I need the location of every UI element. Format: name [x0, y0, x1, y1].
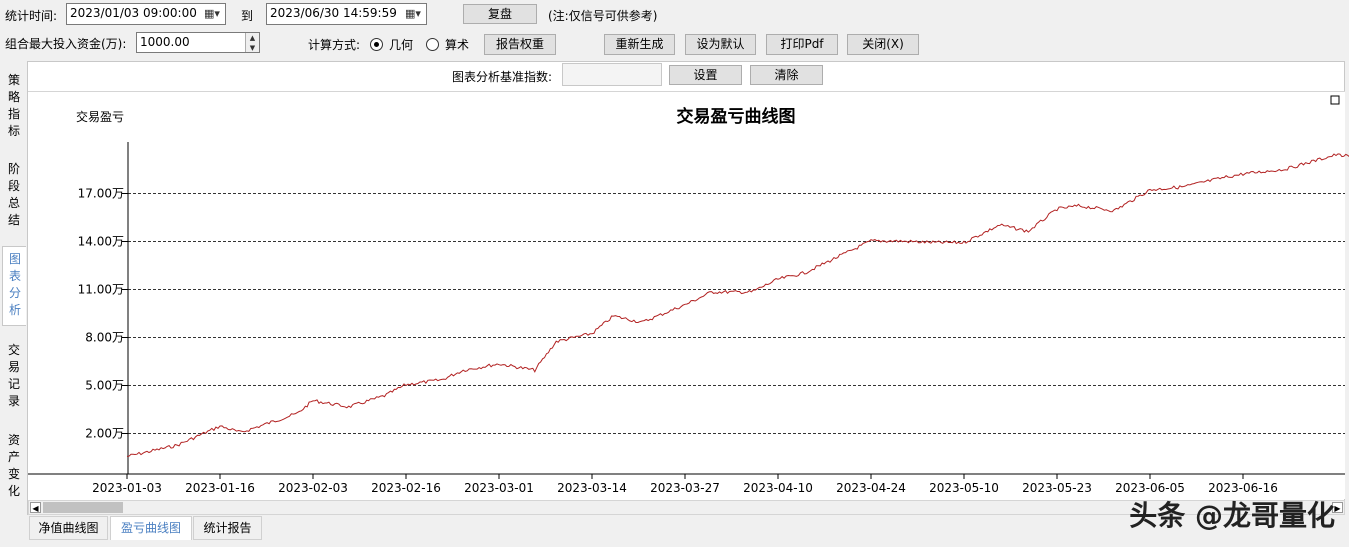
y-tick-label: 2.00万: [85, 427, 124, 441]
y-axis-label: 交易盈亏: [76, 109, 124, 124]
bottom-tab-profit-loss[interactable]: 盈亏曲线图: [110, 516, 192, 540]
maximize-icon[interactable]: [1330, 95, 1340, 105]
x-tick-label: 2023-04-10: [743, 481, 813, 495]
y-tick-label: 17.00万: [78, 187, 124, 201]
y-tick-label: 8.00万: [85, 331, 124, 345]
y-tick-label: 11.00万: [78, 283, 124, 297]
x-tick-label: 2023-05-23: [1022, 481, 1092, 495]
x-tick-label: 2023-03-14: [557, 481, 627, 495]
x-tick-label: 2023-01-03: [92, 481, 162, 495]
x-tick-label: 2023-05-10: [929, 481, 999, 495]
watermark: 头条 @龙哥量化: [1129, 499, 1335, 532]
bottom-tab-stats-report[interactable]: 统计报告: [193, 516, 262, 540]
x-tick-label: 2023-03-27: [650, 481, 720, 495]
chart-title: 交易盈亏曲线图: [677, 106, 796, 127]
bottom-tab-net-value[interactable]: 净值曲线图: [29, 516, 108, 540]
x-tick-label: 2023-02-03: [278, 481, 348, 495]
scroll-thumb[interactable]: [43, 502, 123, 513]
scroll-left-icon[interactable]: ◀: [30, 502, 41, 513]
y-tick-label: 14.00万: [78, 235, 124, 249]
profit-loss-line: [126, 153, 1349, 457]
x-tick-label: 2023-03-01: [464, 481, 534, 495]
x-tick-label: 2023-01-16: [185, 481, 255, 495]
x-tick-label: 2023-02-16: [371, 481, 441, 495]
y-tick-label: 5.00万: [85, 379, 124, 393]
x-tick-label: 2023-04-24: [836, 481, 906, 495]
x-tick-label: 2023-06-05: [1115, 481, 1185, 495]
profit-loss-chart: 交易盈亏曲线图 交易盈亏 2.00万 5.00万 8.00万 11.00万 14.00万…: [28, 95, 1349, 495]
x-tick-label: 2023-06-16: [1208, 481, 1278, 495]
